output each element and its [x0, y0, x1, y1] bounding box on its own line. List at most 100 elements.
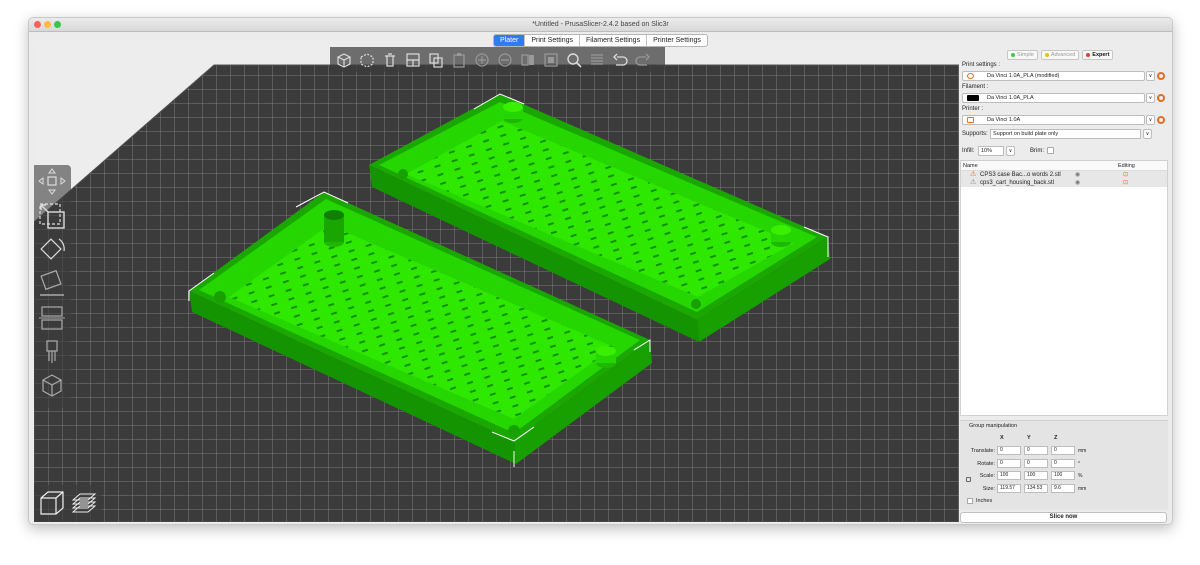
printer-gear-icon[interactable]	[1157, 116, 1165, 124]
copy-icon[interactable]	[425, 49, 447, 71]
add-instance-icon[interactable]	[471, 49, 493, 71]
object-list: Name Editing ⚠ CPS3 case Bac...o words 2…	[960, 160, 1168, 416]
inches-label: Inches	[976, 498, 993, 504]
title-bar: *Untitled - PrusaSlicer-2.4.2 based on S…	[29, 18, 1172, 32]
size-x-input[interactable]: 119.57	[997, 484, 1021, 493]
place-on-face-icon[interactable]	[37, 269, 67, 299]
visibility-eye-icon[interactable]: ◉	[1075, 171, 1080, 179]
supports-dropdown[interactable]: ∨	[1143, 129, 1152, 139]
delete-object-icon[interactable]	[356, 49, 378, 71]
filament-color-swatch	[967, 95, 979, 101]
close-window-button[interactable]	[34, 21, 41, 28]
tab-printer-settings[interactable]: Printer Settings	[647, 35, 707, 46]
rotate-unit: °	[1078, 461, 1080, 467]
split-parts-icon[interactable]	[540, 49, 562, 71]
edit-settings-icon[interactable]: ⊡	[1123, 171, 1128, 179]
rotate-label: Rotate:	[977, 461, 995, 467]
print-settings-label: Print settings :	[962, 62, 1001, 68]
scale-z-input[interactable]: 100	[1051, 471, 1075, 480]
filament-combo[interactable]: Da Vinci 1.0A_PLA	[962, 93, 1145, 103]
seam-paint-icon[interactable]	[37, 371, 67, 401]
filament-value: Da Vinci 1.0A_PLA	[987, 95, 1034, 101]
delete-all-icon[interactable]	[379, 49, 401, 71]
split-objects-icon[interactable]	[517, 49, 539, 71]
support-paint-icon[interactable]	[37, 337, 67, 367]
3d-scene-canvas[interactable]	[34, 47, 959, 522]
printer-dropdown[interactable]: ∨	[1146, 115, 1155, 125]
warning-icon[interactable]: ⚠	[970, 179, 976, 187]
move-icon[interactable]	[37, 167, 67, 197]
axis-y-label: Y	[1027, 435, 1031, 441]
tab-print-settings[interactable]: Print Settings	[525, 35, 580, 46]
translate-y-input[interactable]: 0	[1024, 446, 1048, 455]
main-tab-bar: Plater Print Settings Filament Settings …	[29, 33, 1172, 47]
print-settings-gear-icon[interactable]	[1157, 72, 1165, 80]
scale-icon[interactable]	[37, 201, 67, 231]
col-editing-header[interactable]: Editing	[1118, 161, 1135, 171]
rotate-y-input[interactable]: 0	[1024, 459, 1048, 468]
group-manipulation-panel: Group manipulation X Y Z Translate: 0 0 …	[960, 420, 1168, 510]
translate-z-input[interactable]: 0	[1051, 446, 1075, 455]
axis-z-label: Z	[1054, 435, 1058, 441]
redo-icon[interactable]	[632, 49, 654, 71]
edit-settings-icon[interactable]: ⊡	[1123, 179, 1128, 187]
mode-advanced-label: Advanced	[1050, 52, 1076, 58]
object-row[interactable]: ⚠ cps3_cart_housing_back.stl ◉ ⊡	[961, 179, 1167, 187]
left-gizmo-toolbar	[34, 165, 71, 408]
printer-combo[interactable]: Da Vinci 1.0A	[962, 115, 1145, 125]
visibility-eye-icon[interactable]: ◉	[1075, 179, 1080, 187]
print-settings-combo[interactable]: Da Vinci 1.0A_PLA (modified)	[962, 71, 1145, 81]
rotate-x-input[interactable]: 0	[997, 459, 1021, 468]
col-name-header[interactable]: Name	[963, 161, 978, 171]
inches-checkbox[interactable]	[967, 498, 973, 504]
warning-icon[interactable]: ⚠	[970, 171, 976, 179]
undo-icon[interactable]	[609, 49, 631, 71]
tab-plater[interactable]: Plater	[494, 35, 526, 46]
remove-instance-icon[interactable]	[494, 49, 516, 71]
translate-unit: mm	[1078, 448, 1087, 454]
translate-x-input[interactable]: 0	[997, 446, 1021, 455]
printer-value: Da Vinci 1.0A	[987, 117, 1021, 123]
object-list-header: Name Editing	[961, 161, 1167, 171]
infill-combo[interactable]: 10%	[978, 146, 1004, 156]
scale-y-input[interactable]: 100	[1024, 471, 1048, 480]
paste-icon[interactable]	[448, 49, 470, 71]
supports-combo[interactable]: Support on build plate only	[990, 129, 1141, 139]
slice-now-button[interactable]: Slice now	[960, 512, 1167, 523]
minimize-window-button[interactable]	[44, 21, 51, 28]
translate-label: Translate:	[970, 448, 995, 454]
rotate-z-input[interactable]: 0	[1051, 459, 1075, 468]
maximize-window-button[interactable]	[54, 21, 61, 28]
infill-label: Infill:	[962, 148, 975, 154]
printer-profile-icon	[967, 117, 974, 123]
supports-label: Supports:	[962, 131, 988, 137]
mode-expert-label: Expert	[1092, 52, 1110, 58]
cut-icon[interactable]	[37, 303, 67, 333]
size-z-input[interactable]: 9.6	[1051, 484, 1075, 493]
app-window: *Untitled - PrusaSlicer-2.4.2 based on S…	[28, 17, 1173, 525]
filament-gear-icon[interactable]	[1157, 94, 1165, 102]
print-profile-icon	[967, 73, 974, 79]
mode-advanced-button[interactable]: Advanced	[1040, 50, 1080, 60]
brim-checkbox[interactable]	[1047, 147, 1054, 154]
mode-expert-button[interactable]: Expert	[1082, 50, 1114, 60]
add-object-icon[interactable]	[333, 49, 355, 71]
arrange-icon[interactable]	[402, 49, 424, 71]
printer-label: Printer :	[962, 106, 984, 112]
object-row[interactable]: ⚠ CPS3 case Bac...o words 2.stl ◉ ⊡	[961, 171, 1167, 179]
scale-x-input[interactable]: 100	[997, 471, 1021, 480]
brim-label: Brim:	[1030, 148, 1044, 154]
layers-editing-icon[interactable]	[586, 49, 608, 71]
rotate-icon[interactable]	[37, 235, 67, 265]
print-settings-dropdown[interactable]: ∨	[1146, 71, 1155, 81]
search-icon[interactable]	[563, 49, 585, 71]
object-name: CPS3 case Bac...o words 2.stl	[980, 172, 1061, 178]
window-title: *Untitled - PrusaSlicer-2.4.2 based on S…	[532, 21, 669, 28]
mode-simple-button[interactable]: Simple	[1007, 50, 1038, 60]
size-y-input[interactable]: 134.53	[1024, 484, 1048, 493]
filament-dropdown[interactable]: ∨	[1146, 93, 1155, 103]
axis-x-label: X	[1000, 435, 1004, 441]
object-name: cps3_cart_housing_back.stl	[980, 180, 1055, 186]
tab-filament-settings[interactable]: Filament Settings	[580, 35, 648, 46]
infill-dropdown[interactable]: ∨	[1006, 146, 1015, 156]
